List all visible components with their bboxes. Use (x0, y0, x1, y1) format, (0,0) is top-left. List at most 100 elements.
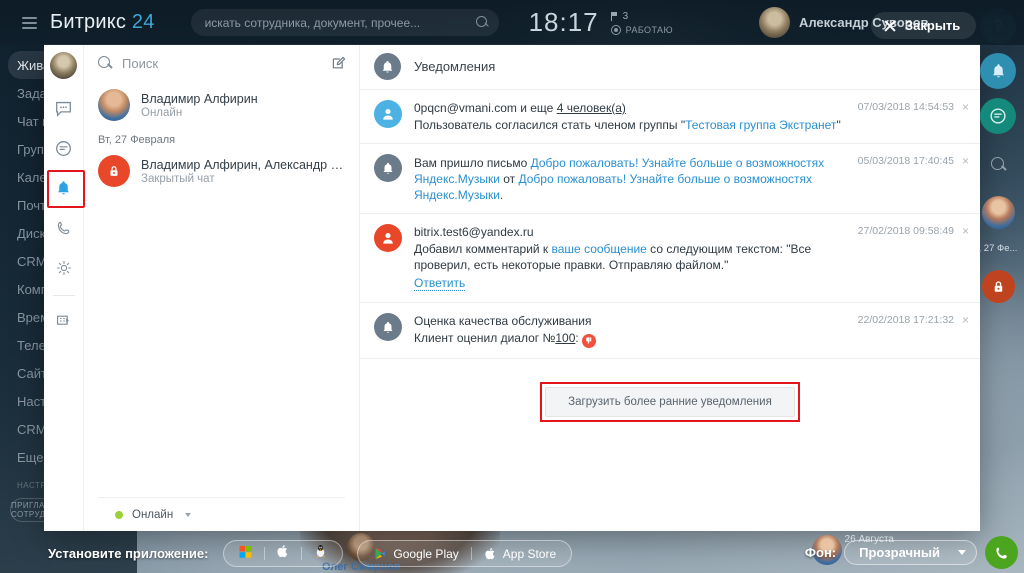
background-select[interactable]: Прозрачный (844, 540, 977, 565)
notification-text-post: : (575, 331, 579, 345)
bell-icon[interactable] (980, 53, 1016, 89)
lock-icon (98, 155, 130, 187)
divider (301, 547, 303, 560)
linux-icon[interactable] (313, 543, 328, 564)
notification-text-pre: Пользователь согласился стать членом гру… (414, 118, 686, 132)
online-status-dot (115, 510, 123, 519)
logo-text: Битрикс (50, 11, 127, 33)
work-status-block[interactable]: 3 РАБОТАЮ (610, 11, 673, 35)
avatar[interactable] (50, 52, 77, 79)
notification-title: bitrix.test6@yandex.ru (414, 225, 534, 239)
close-icon[interactable]: × (962, 224, 969, 238)
notifications-panel: Уведомления 0pqcn@vmani.com и еще 4 чело… (360, 44, 980, 531)
windows-icon[interactable] (238, 544, 253, 564)
notification-text-post: . (499, 188, 504, 202)
record-icon (610, 24, 621, 35)
gear-icon[interactable] (49, 253, 79, 283)
notification-people-link[interactable]: 4 человек(а) (557, 101, 626, 115)
openlines-icon[interactable] (49, 133, 79, 163)
background-settings: Фон: Прозрачный (805, 536, 1018, 569)
background-label: Фон: (804, 545, 837, 560)
work-status[interactable]: РАБОТАЮ (610, 24, 673, 35)
bell-icon (374, 154, 402, 182)
bell-icon[interactable] (46, 170, 85, 208)
notification-text-pre: Добавил комментарий к (414, 242, 552, 256)
sidebar-item-label: CRM (17, 253, 47, 269)
thumbs-down-icon (581, 333, 596, 348)
notification-text-post: " (836, 118, 841, 132)
notification-item: bitrix.test6@yandex.ru Добавил комментар… (360, 214, 980, 303)
flag-counter: 3 (610, 11, 673, 22)
notification-text: Вам пришло письмо Добро пожаловать! Узна… (414, 155, 870, 203)
notification-message-link[interactable]: ваше сообщение (552, 242, 647, 256)
notification-sender: 0pqcn@vmani.com и еще (414, 101, 557, 115)
list-item[interactable]: Владимир Алфирин, Александр Тр... Закрыт… (84, 148, 359, 194)
notification-text-pre: Вам пришло письмо (414, 156, 531, 170)
notification-text: Добавил комментарий к ваше сообщение со … (414, 241, 870, 273)
apps-icon[interactable] (49, 306, 79, 336)
page-title: Уведомления (414, 59, 496, 74)
chevron-down-icon (185, 512, 192, 517)
right-date-label: , 27 Фе... (978, 243, 1018, 254)
avatar[interactable] (981, 196, 1015, 229)
google-play-button[interactable]: Google Play (373, 546, 459, 561)
search-input[interactable] (204, 15, 476, 30)
lock-icon[interactable] (981, 270, 1015, 303)
phone-icon[interactable] (49, 213, 79, 243)
chat-list-spacer (84, 194, 359, 497)
chat-search-input[interactable] (122, 55, 321, 71)
notification-title: Оценка качества обслуживания (414, 314, 592, 328)
compose-icon[interactable] (331, 55, 347, 71)
presence-label: Онлайн (132, 508, 174, 521)
bell-icon (374, 53, 401, 80)
store-downloads-group: Google Play App Store (357, 540, 573, 567)
google-play-label: Google Play (393, 546, 459, 561)
notification-group-link[interactable]: Тестовая группа Экстранет (685, 118, 836, 132)
notification-timestamp: 05/03/2018 17:40:45 (857, 155, 954, 167)
presence-status-selector[interactable]: Онлайн (98, 497, 345, 531)
chat-icon[interactable] (980, 98, 1016, 134)
logo-number: 24 (131, 11, 155, 33)
notification-title: 0pqcn@vmani.com и еще 4 человек(а) (414, 100, 870, 116)
menu-burger-icon[interactable] (10, 16, 48, 29)
app-logo[interactable]: Битрикс 24 (50, 11, 155, 34)
chat-item-text: Владимир Алфирин, Александр Тр... Закрыт… (141, 158, 347, 185)
chat-icon[interactable] (49, 93, 79, 123)
reply-link[interactable]: Ответить (414, 276, 466, 291)
avatar[interactable] (758, 7, 790, 38)
search-icon (475, 16, 489, 29)
notification-text-pre: Клиент оценил диалог № (414, 331, 556, 345)
screen: Битрикс 24 18:17 3 РАБОТАЮ Александр Сув… (0, 0, 1024, 573)
notification-text-mid: от (499, 172, 519, 186)
chat-item-name: Владимир Алфирин (141, 91, 258, 106)
sidebar-item-label: Еще (17, 449, 44, 465)
notification-text: Клиент оценил диалог №100: (414, 330, 870, 348)
flag-icon (610, 11, 619, 21)
notifications-list: 0pqcn@vmani.com и еще 4 человек(а) Польз… (360, 90, 980, 531)
chat-list-panel: Владимир Алфирин Онлайн Вт, 27 Февраля В… (84, 44, 360, 531)
close-button[interactable]: Закрыть (871, 12, 977, 39)
notification-item: 0pqcn@vmani.com и еще 4 человек(а) Польз… (360, 90, 980, 144)
divider (470, 547, 472, 560)
chat-item-name: Владимир Алфирин, Александр Тр... (141, 157, 347, 172)
load-earlier-notifications-button[interactable]: Загрузить более ранние уведомления (545, 386, 795, 417)
app-store-button[interactable]: App Store (484, 546, 556, 561)
chat-item-text: Владимир Алфирин Онлайн (141, 92, 258, 119)
global-search[interactable] (190, 9, 499, 36)
list-item[interactable]: Владимир Алфирин Онлайн (84, 82, 359, 128)
chat-item-status: Закрытый чат (141, 172, 215, 185)
close-icon[interactable]: × (962, 100, 969, 114)
close-label: Закрыть (905, 18, 961, 33)
rail-divider (52, 295, 75, 296)
dialog-number-link[interactable]: 100 (555, 331, 575, 345)
search-icon[interactable] (981, 147, 1015, 181)
apple-icon[interactable] (276, 543, 290, 564)
close-icon[interactable]: × (962, 313, 969, 327)
messenger-popup: Владимир Алфирин Онлайн Вт, 27 Февраля В… (44, 44, 980, 531)
close-icon[interactable]: × (962, 154, 969, 168)
avatar (374, 100, 402, 128)
notification-item: Вам пришло письмо Добро пожаловать! Узна… (360, 144, 980, 214)
call-button[interactable] (985, 536, 1018, 569)
chevron-down-icon (958, 550, 966, 555)
chat-search[interactable] (84, 44, 359, 82)
